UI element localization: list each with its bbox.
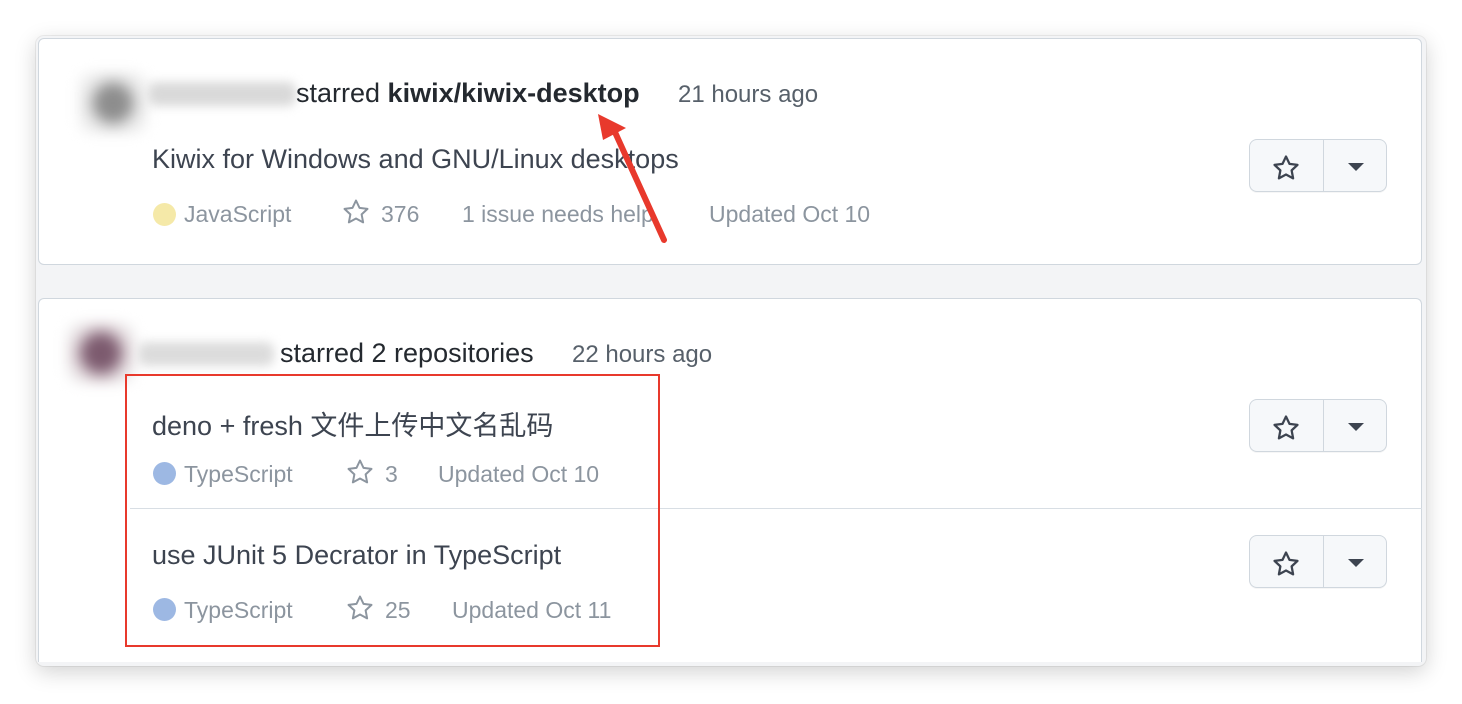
red-arrow-annotation xyxy=(598,114,667,243)
